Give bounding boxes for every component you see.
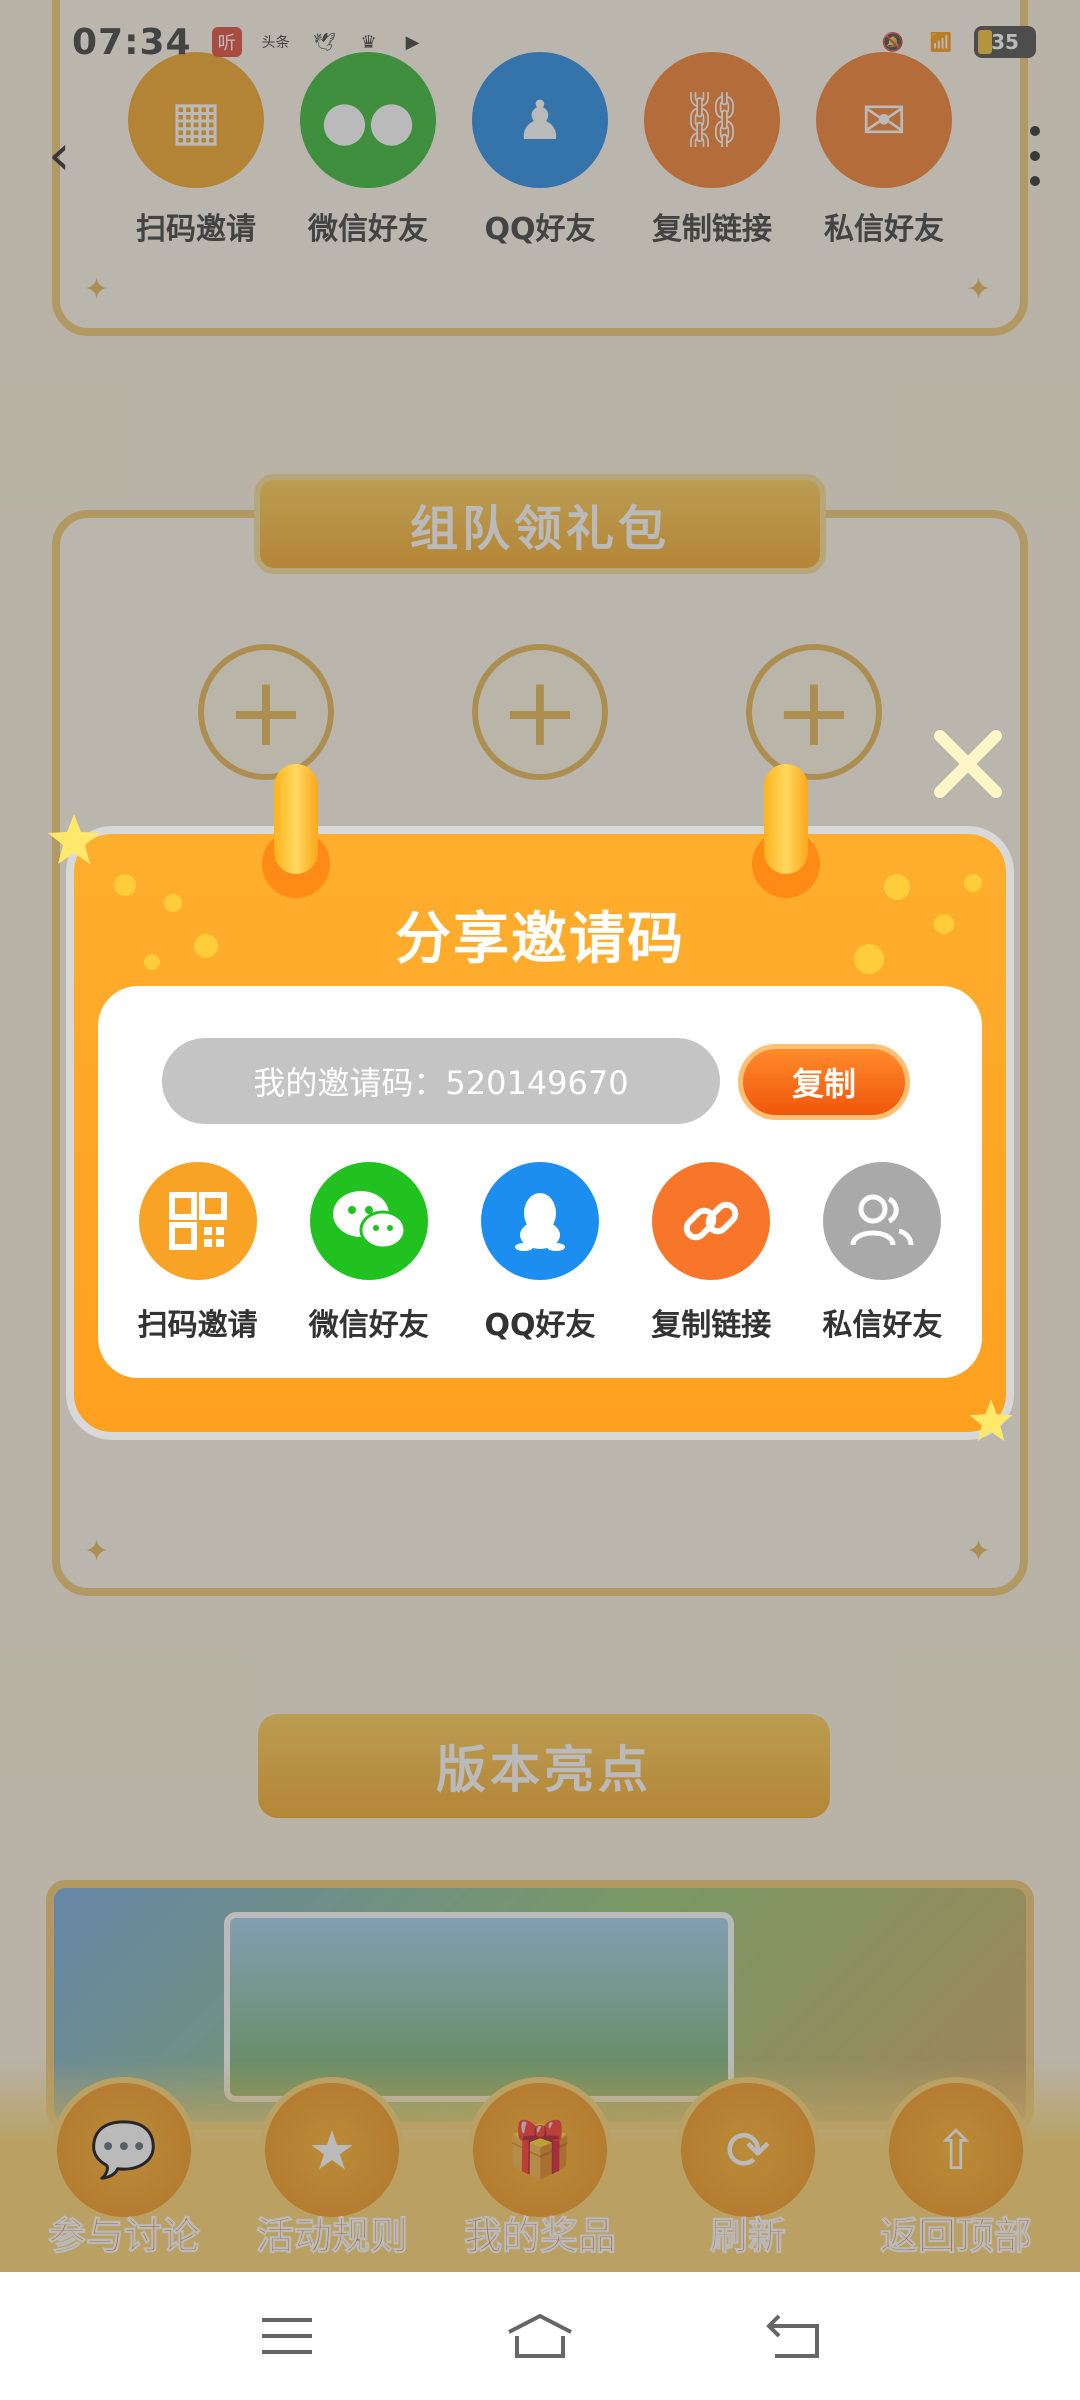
share-private-message[interactable]: 私信好友 — [797, 1162, 968, 1344]
home-icon — [508, 2313, 572, 2358]
qq-icon — [481, 1162, 599, 1280]
share-qq[interactable]: QQ好友 — [454, 1162, 625, 1344]
wechat-icon — [309, 1162, 428, 1280]
share-option-label: 复制链接 — [651, 1308, 772, 1343]
share-invite-modal: 分享邀请码 我的邀请码：520149670 复制 扫码邀请 微信好友 QQ好友 … — [66, 826, 1014, 1440]
contacts-icon — [823, 1162, 942, 1280]
share-option-label: 扫码邀请 — [137, 1308, 258, 1343]
star-decoration — [48, 814, 100, 864]
share-option-label: 私信好友 — [822, 1308, 943, 1343]
modal-content: 我的邀请码：520149670 复制 扫码邀请 微信好友 QQ好友 复制链接 私… — [98, 986, 982, 1378]
invite-code-display: 我的邀请码：520149670 — [162, 1038, 720, 1124]
pin-decoration — [274, 764, 318, 874]
close-modal-button[interactable] — [928, 724, 1008, 804]
home-nav-button[interactable] — [505, 2306, 575, 2366]
back-icon — [766, 2314, 820, 2358]
menu-icon — [261, 2318, 312, 2354]
link-icon — [652, 1162, 771, 1280]
copy-code-button[interactable]: 复制 — [738, 1044, 910, 1120]
share-option-label: 微信好友 — [308, 1308, 429, 1343]
back-nav-button[interactable] — [758, 2306, 828, 2366]
menu-nav-button[interactable] — [252, 2306, 322, 2366]
star-decoration — [969, 1399, 1013, 1441]
pin-decoration — [764, 764, 808, 874]
dot-decoration — [964, 874, 982, 892]
modal-title: 分享邀请码 — [395, 907, 685, 972]
share-options-row: 扫码邀请 微信好友 QQ好友 复制链接 私信好友 — [112, 1162, 968, 1344]
share-copy-link[interactable]: 复制链接 — [626, 1162, 797, 1344]
share-option-label: QQ好友 — [484, 1308, 596, 1343]
qr-code-icon — [138, 1162, 257, 1280]
dot-decoration — [114, 874, 136, 896]
share-qr-invite[interactable]: 扫码邀请 — [112, 1162, 283, 1344]
share-wechat[interactable]: 微信好友 — [283, 1162, 454, 1344]
system-navigation-bar — [0, 2272, 1080, 2400]
